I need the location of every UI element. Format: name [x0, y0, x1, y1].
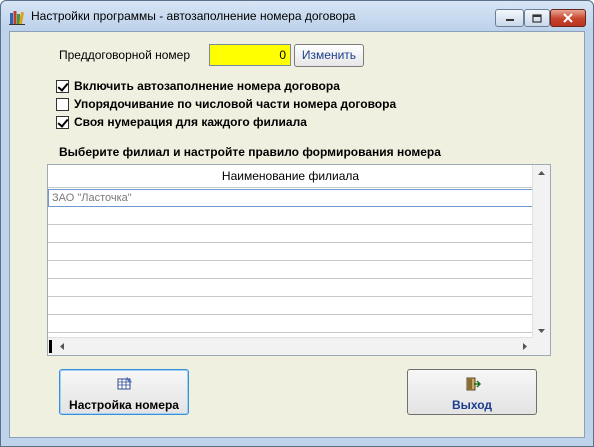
per-branch-numbering-checkbox[interactable]	[56, 115, 69, 129]
scroll-up-icon[interactable]	[533, 165, 550, 182]
exit-label: Выход	[451, 398, 493, 412]
table-row-empty[interactable]	[48, 243, 533, 261]
autofill-option[interactable]: Включить автозаполнение номера договора	[56, 78, 340, 94]
scroll-right-icon[interactable]	[516, 338, 533, 355]
numeric-sort-checkbox[interactable]	[56, 97, 69, 111]
close-icon	[563, 13, 573, 23]
branch-section-label: Выберите филиал и настройте правило форм…	[59, 145, 441, 159]
close-button[interactable]	[550, 9, 586, 27]
table-header[interactable]: Наименование филиала	[48, 165, 533, 188]
settings-grid-icon	[117, 377, 132, 390]
horizontal-scrollbar[interactable]	[48, 337, 533, 355]
maximize-icon	[532, 13, 542, 23]
per-branch-numbering-option[interactable]: Своя нумерация для каждого филиала	[56, 114, 307, 130]
change-button[interactable]: Изменить	[294, 44, 364, 67]
table-row-empty[interactable]	[48, 225, 533, 243]
table-row-empty[interactable]	[48, 261, 533, 279]
branch-table: Наименование филиала ЗАО "Ласточка"	[47, 164, 551, 356]
settings-panel: Преддоговорной номер 0 Изменить Включить…	[9, 31, 585, 438]
title-bar[interactable]: Настройки программы - автозаполнение ном…	[1, 1, 593, 31]
scroll-left-icon[interactable]	[54, 338, 71, 355]
pre-contract-label: Преддоговорной номер	[59, 48, 190, 62]
table-row[interactable]: ЗАО "Ласточка"	[48, 189, 533, 207]
table-row-empty[interactable]	[48, 315, 533, 333]
horizontal-scroll-thumb[interactable]	[49, 340, 52, 353]
settings-window: Настройки программы - автозаполнение ном…	[0, 0, 594, 447]
minimize-button[interactable]	[495, 9, 524, 27]
exit-door-icon	[466, 377, 481, 391]
scroll-down-icon[interactable]	[533, 322, 550, 339]
numeric-sort-option[interactable]: Упорядочивание по числовой части номера …	[56, 96, 396, 112]
autofill-checkbox[interactable]	[56, 79, 69, 93]
number-setup-button[interactable]: Настройка номера	[59, 369, 189, 415]
maximize-button[interactable]	[524, 9, 550, 27]
autofill-label: Включить автозаполнение номера договора	[74, 79, 340, 93]
minimize-icon	[505, 19, 514, 21]
vertical-scrollbar[interactable]	[532, 165, 550, 339]
branch-name-cell[interactable]: ЗАО "Ласточка"	[49, 190, 532, 206]
number-setup-label: Настройка номера	[69, 398, 179, 412]
window-title: Настройки программы - автозаполнение ном…	[31, 9, 356, 23]
scroll-corner	[533, 338, 550, 355]
table-row-empty[interactable]	[48, 297, 533, 315]
pre-contract-number-field[interactable]: 0	[209, 44, 291, 66]
table-row-empty[interactable]	[48, 207, 533, 225]
books-icon	[9, 11, 25, 25]
table-row-empty[interactable]	[48, 279, 533, 297]
numeric-sort-label: Упорядочивание по числовой части номера …	[74, 97, 397, 111]
exit-button[interactable]: Выход	[407, 369, 537, 415]
per-branch-numbering-label: Своя нумерация для каждого филиала	[74, 115, 307, 129]
